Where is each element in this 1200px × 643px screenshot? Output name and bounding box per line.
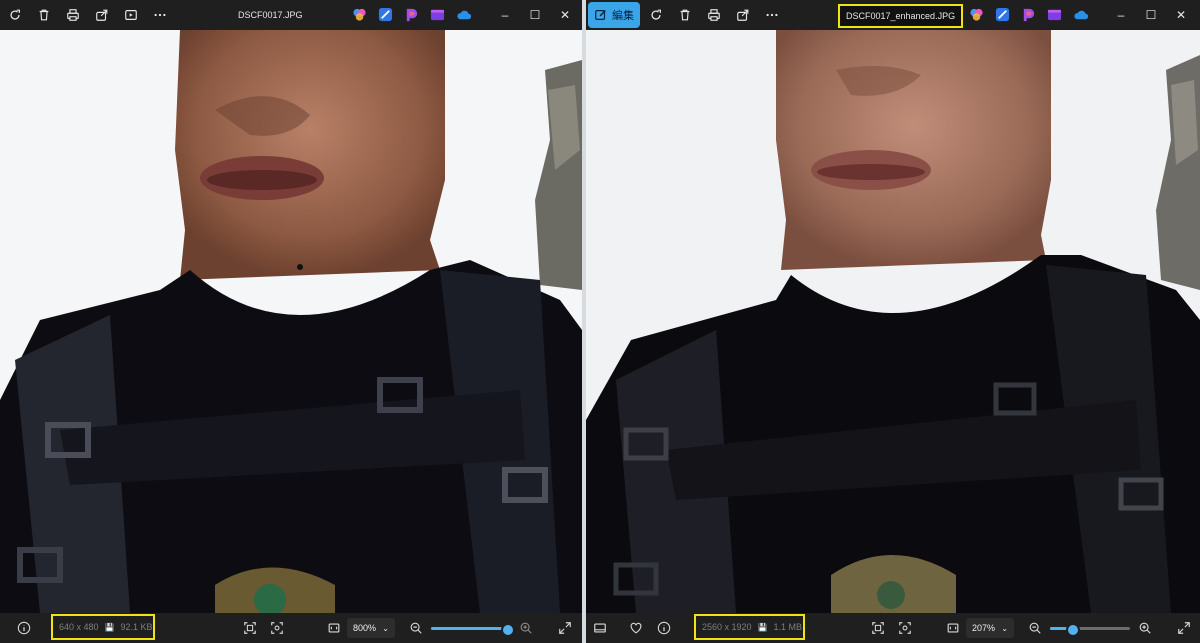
photo-viewer-window-enhanced: 編集 DSCF0017_enhanced.JPG – ☐ ✕ 2560 x 19… [586,0,1200,643]
actual-size-icon[interactable] [897,620,913,636]
delete-icon[interactable] [30,2,57,28]
zoom-slider-thumb[interactable] [1066,623,1081,637]
print-icon[interactable] [59,2,86,28]
zoom-slider-fill [431,627,508,630]
zoom-slider[interactable] [1050,623,1130,637]
clipchamp-icon[interactable] [1020,6,1037,23]
photo-canvas[interactable] [586,30,1200,613]
fit-to-window-icon[interactable] [242,620,258,636]
zoom-in-icon[interactable] [518,620,534,636]
chevron-down-icon: ⌄ [1001,623,1008,633]
slideshow-icon[interactable] [117,2,144,28]
photo-image [0,30,582,613]
zoom-in-icon[interactable] [1137,620,1153,636]
file-size-text: 92.1 KB [120,622,153,632]
zoom-slider[interactable] [431,623,515,637]
dimensions-text: 640 x 480 [59,622,99,632]
video-editor-icon[interactable] [1046,6,1063,23]
close-icon[interactable]: ✕ [1166,0,1196,30]
edit-icon [595,10,606,20]
video-editor-icon[interactable] [429,6,446,23]
minimize-icon[interactable]: – [1106,0,1136,30]
file-metadata: 2560 x 1920 💾 1.1 MB [694,614,805,640]
zoom-level-select[interactable]: 207% ⌄ [966,618,1014,638]
more-icon[interactable] [758,2,785,28]
rotate-icon[interactable] [1,2,28,28]
fit-to-window-icon[interactable] [870,620,886,636]
designer-icon[interactable] [994,6,1011,23]
maximize-icon[interactable]: ☐ [1136,0,1166,30]
copilot-icon[interactable] [351,6,368,23]
photo-viewer-window-original: DSCF0017.JPG – ☐ ✕ 640 x 480 💾 92.1 KB 8… [0,0,582,643]
fullscreen-icon[interactable] [557,620,573,636]
zoom-level-text: 207% [972,623,996,633]
zoom-level-text: 800% [353,623,377,633]
crop-fit-icon[interactable] [945,620,961,636]
file-size-text: 1.1 MB [773,622,803,632]
zoom-out-icon[interactable] [408,620,424,636]
maximize-icon[interactable]: ☐ [520,0,550,30]
edit-label: 編集 [612,10,634,22]
copilot-icon[interactable] [968,6,985,23]
title-bar: DSCF0017.JPG – ☐ ✕ [0,0,582,30]
disk-icon: 💾 [104,622,115,632]
onedrive-icon[interactable] [1072,6,1089,23]
onedrive-icon[interactable] [455,6,472,23]
info-icon[interactable] [16,620,32,636]
filmstrip-icon[interactable] [592,620,608,636]
zoom-out-icon[interactable] [1027,620,1043,636]
status-bar: 2560 x 1920 💾 1.1 MB 207% ⌄ [586,613,1200,643]
actual-size-icon[interactable] [269,620,285,636]
app-shortcuts [351,6,472,23]
title-bar: 編集 DSCF0017_enhanced.JPG – ☐ ✕ [586,0,1200,30]
status-bar: 640 x 480 💾 92.1 KB 800% ⌄ [0,613,582,643]
designer-icon[interactable] [377,6,394,23]
fullscreen-icon[interactable] [1176,620,1192,636]
window-title: DSCF0017.JPG [238,10,303,20]
clipchamp-icon[interactable] [403,6,420,23]
dimensions-text: 2560 x 1920 [702,622,752,632]
window-controls: – ☐ ✕ [1106,0,1196,30]
file-metadata: 640 x 480 💾 92.1 KB [51,614,155,640]
zoom-slider-thumb[interactable] [500,623,515,637]
minimize-icon[interactable]: – [490,0,520,30]
close-icon[interactable]: ✕ [550,0,580,30]
photo-image [586,30,1200,613]
print-icon[interactable] [700,2,727,28]
more-icon[interactable] [146,2,173,28]
share-icon[interactable] [88,2,115,28]
app-shortcuts [968,6,1089,23]
window-title: DSCF0017_enhanced.JPG [838,4,964,28]
share-icon[interactable] [729,2,756,28]
heart-icon[interactable] [628,620,644,636]
info-icon[interactable] [656,620,672,636]
delete-icon[interactable] [671,2,698,28]
disk-icon: 💾 [757,622,768,632]
crop-fit-icon[interactable] [326,620,342,636]
zoom-level-select[interactable]: 800% ⌄ [347,618,395,638]
rotate-icon[interactable] [642,2,669,28]
edit-button[interactable]: 編集 [588,2,640,28]
chevron-down-icon: ⌄ [382,623,389,633]
window-controls: – ☐ ✕ [490,0,580,30]
photo-canvas[interactable] [0,30,582,613]
